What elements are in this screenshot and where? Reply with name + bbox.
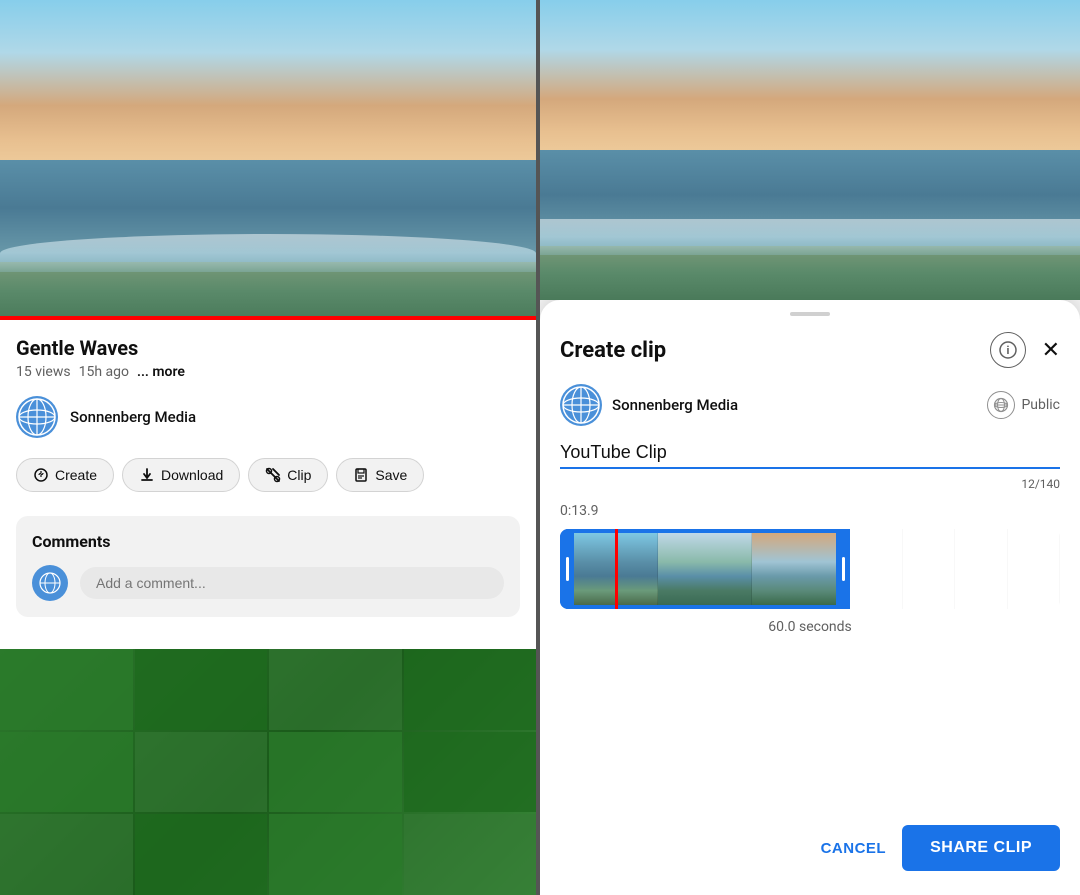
- clip-title-wrapper: [560, 438, 1060, 469]
- comments-title: Comments: [32, 532, 504, 551]
- visibility-row: Public: [987, 391, 1060, 419]
- inactive-frame-3: [955, 529, 1008, 609]
- timeline-bg: [560, 529, 1060, 609]
- timeline-inactive: [850, 529, 1060, 609]
- timeline-frame-3: [752, 533, 846, 605]
- waves-right: [540, 219, 1080, 255]
- inactive-frame-1: [850, 529, 903, 609]
- svg-text:i: i: [1006, 344, 1009, 357]
- green-block-4: [404, 649, 537, 730]
- modal-channel-name: Sonnenberg Media: [612, 396, 738, 414]
- clip-label: Clip: [287, 467, 311, 483]
- share-clip-button[interactable]: SHARE CLIP: [902, 825, 1060, 871]
- timeline-left-handle[interactable]: [560, 529, 574, 609]
- clip-title-input[interactable]: [560, 438, 1060, 467]
- inactive-frame-2: [903, 529, 956, 609]
- clip-timestamp: 0:13.9: [540, 503, 1080, 519]
- save-label: Save: [375, 467, 407, 483]
- channel-avatar[interactable]: [16, 396, 58, 438]
- waves-left: [0, 234, 536, 272]
- green-block-8: [404, 732, 537, 813]
- green-block-6: [135, 732, 268, 813]
- download-label: Download: [161, 467, 223, 483]
- char-count: 12/140: [560, 477, 1060, 491]
- modal-header-icons: i ✕: [990, 332, 1060, 368]
- visibility-icon: [987, 391, 1015, 419]
- video-thumbnail-right[interactable]: [540, 0, 1080, 300]
- progress-bar-left: [0, 316, 536, 320]
- info-button[interactable]: i: [990, 332, 1026, 368]
- modal-header: Create clip i ✕: [540, 316, 1080, 376]
- view-count: 15 views: [16, 364, 71, 380]
- green-blocks: [0, 649, 536, 895]
- timeline-scrubber[interactable]: [560, 529, 1060, 609]
- comment-input-row: [32, 565, 504, 601]
- more-link[interactable]: ... more: [137, 364, 185, 380]
- handle-bar-left: [566, 557, 569, 581]
- handle-bar-right: [842, 557, 845, 581]
- sky-bg-right: [540, 0, 1080, 165]
- green-block-10: [135, 814, 268, 895]
- sky-bg-left: [0, 0, 536, 176]
- close-button[interactable]: ✕: [1042, 337, 1060, 363]
- green-block-1: [0, 649, 133, 730]
- video-meta: 15 views 15h ago ... more: [16, 364, 520, 380]
- left-panel: Gentle Waves 15 views 15h ago ... more S…: [0, 0, 540, 895]
- modal-channel-avatar: [560, 384, 602, 426]
- green-block-12: [404, 814, 537, 895]
- download-button[interactable]: Download: [122, 458, 240, 492]
- info-icon: i: [999, 341, 1017, 359]
- comments-section: Comments: [16, 516, 520, 617]
- comment-input[interactable]: [80, 567, 504, 599]
- green-block-3: [269, 649, 402, 730]
- video-title: Gentle Waves: [16, 336, 520, 360]
- timeline-active: [560, 529, 850, 609]
- modal-channel-left: Sonnenberg Media: [560, 384, 738, 426]
- timeline-frame-1: [564, 533, 658, 605]
- action-buttons: Create Download Clip: [16, 458, 520, 492]
- create-clip-modal: Create clip i ✕: [540, 300, 1080, 895]
- clip-icon: [265, 467, 281, 483]
- green-block-5: [0, 732, 133, 813]
- upload-time: 15h ago: [79, 364, 129, 380]
- create-button[interactable]: Create: [16, 458, 114, 492]
- create-label: Create: [55, 467, 97, 483]
- modal-channel-avatar-icon: [560, 384, 602, 426]
- timeline-playhead: [615, 529, 618, 609]
- right-panel: Create clip i ✕: [540, 0, 1080, 895]
- save-icon: [353, 467, 369, 483]
- duration-label: 60.0 seconds: [560, 619, 1060, 635]
- commenter-avatar: [32, 565, 68, 601]
- channel-name-left: Sonnenberg Media: [70, 408, 196, 426]
- cancel-button[interactable]: CANCEL: [821, 840, 887, 857]
- green-block-9: [0, 814, 133, 895]
- green-block-11: [269, 814, 402, 895]
- inactive-frame-4: [1008, 529, 1061, 609]
- timeline-right-handle[interactable]: [836, 529, 850, 609]
- visibility-label: Public: [1021, 397, 1060, 413]
- globe-small-icon: [993, 397, 1009, 413]
- video-thumbnail-left[interactable]: [0, 0, 536, 320]
- channel-row: Sonnenberg Media: [16, 396, 520, 438]
- modal-title: Create clip: [560, 338, 666, 363]
- green-block-7: [269, 732, 402, 813]
- green-block-2: [135, 649, 268, 730]
- clip-button[interactable]: Clip: [248, 458, 328, 492]
- modal-footer: CANCEL SHARE CLIP: [540, 805, 1080, 895]
- modal-channel-row: Sonnenberg Media Public: [540, 376, 1080, 438]
- create-icon: [33, 467, 49, 483]
- timeline-frames: [564, 533, 846, 605]
- download-icon: [139, 467, 155, 483]
- save-button[interactable]: Save: [336, 458, 424, 492]
- timeline-frame-2: [658, 533, 752, 605]
- commenter-avatar-icon: [38, 571, 62, 595]
- channel-avatar-icon: [16, 396, 58, 438]
- left-content: Gentle Waves 15 views 15h ago ... more S…: [0, 320, 536, 649]
